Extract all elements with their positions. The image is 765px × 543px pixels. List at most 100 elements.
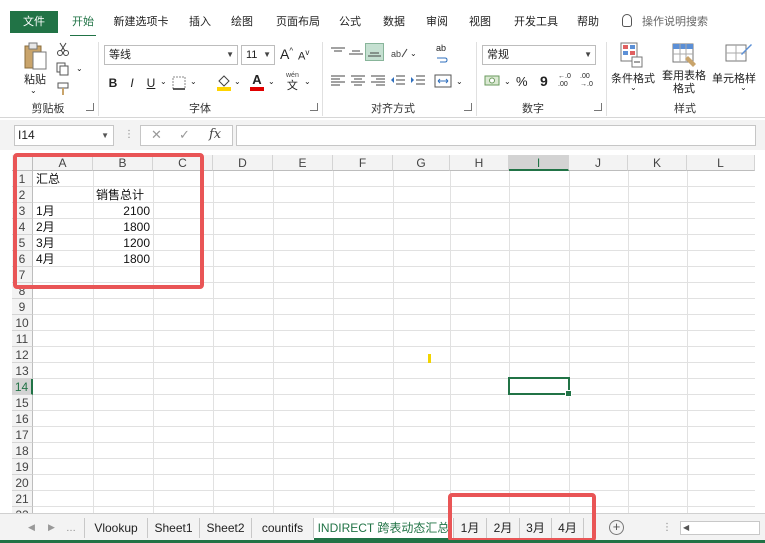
row-header-14[interactable]: 14 [12, 379, 33, 395]
insert-function-icon[interactable]: fx [209, 127, 221, 142]
grip-icon[interactable]: ⋮ [124, 129, 134, 140]
tab-page-layout[interactable]: 页面布局 [270, 11, 326, 33]
accounting-format-icon[interactable] [484, 74, 502, 91]
increase-decimal-button[interactable]: ←.0 .00 [558, 73, 576, 89]
cell-styles-chevron-icon[interactable]: ⌄ [740, 83, 747, 92]
font-size-combo[interactable]: 11 ▼ [241, 45, 275, 65]
enter-icon[interactable]: ✓ [179, 127, 190, 143]
grow-font-button[interactable]: A^ [280, 46, 293, 62]
column-header-j[interactable]: J [569, 155, 628, 171]
number-launcher-icon[interactable] [594, 103, 602, 111]
merge-chevron-icon[interactable]: ⌄ [456, 77, 463, 86]
wrap-text-icon[interactable]: ab [436, 44, 448, 67]
row-header-21[interactable]: 21 [12, 491, 33, 507]
row-header-9[interactable]: 9 [12, 299, 33, 315]
cut-icon[interactable] [56, 42, 70, 59]
row-header-12[interactable]: 12 [12, 347, 33, 363]
shrink-font-button[interactable]: Av [298, 48, 309, 63]
align-center-icon[interactable] [350, 74, 366, 91]
italic-button[interactable]: I [126, 74, 138, 92]
format-as-table-label-1[interactable]: 套用表格格式 [662, 70, 706, 96]
row-header-17[interactable]: 17 [12, 427, 33, 443]
decrease-decimal-button[interactable]: .00 →.0 [580, 73, 598, 89]
tab-new-tab[interactable]: 新建选项卡 [110, 11, 172, 33]
fill-color-icon[interactable] [216, 73, 232, 94]
tab-draw[interactable]: 绘图 [226, 11, 258, 33]
orientation-icon[interactable]: ab [390, 46, 408, 63]
add-sheet-button[interactable]: + [609, 520, 624, 535]
row-header-15[interactable]: 15 [12, 395, 33, 411]
cancel-icon[interactable]: ✕ [151, 127, 162, 143]
scroll-left-icon[interactable]: ◀ [683, 522, 689, 534]
tab-review[interactable]: 审阅 [421, 11, 453, 33]
fill-chevron-icon[interactable]: ⌄ [234, 77, 241, 86]
border-icon[interactable] [172, 76, 186, 93]
row-header-19[interactable]: 19 [12, 459, 33, 475]
tab-ellipsis-icon[interactable]: … [66, 523, 76, 534]
phonetic-chevron-icon[interactable]: ⌄ [304, 77, 311, 86]
copy-icon[interactable] [56, 62, 70, 79]
column-header-f[interactable]: F [333, 155, 393, 171]
active-cell-i14[interactable] [508, 377, 572, 397]
align-top-icon[interactable] [330, 46, 346, 63]
number-format-combo[interactable]: 常规 ▼ [482, 45, 596, 65]
tab-insert[interactable]: 插入 [184, 11, 216, 33]
underline-chevron-icon[interactable]: ⌄ [160, 77, 167, 86]
column-header-i[interactable]: I [509, 155, 569, 171]
paste-button[interactable]: 粘贴 [24, 71, 46, 87]
tab-home[interactable]: 开始 [66, 11, 100, 37]
paste-chevron-icon[interactable]: ⌄ [30, 86, 37, 95]
accounting-chevron-icon[interactable]: ⌄ [504, 77, 511, 86]
tab-help[interactable]: 帮助 [572, 11, 604, 33]
align-middle-icon[interactable] [348, 46, 364, 63]
font-color-chevron-icon[interactable]: ⌄ [268, 77, 275, 86]
row-header-16[interactable]: 16 [12, 411, 33, 427]
sheet-tab-sheet2[interactable]: Sheet2 [200, 518, 252, 538]
orientation-chevron-icon[interactable]: ⌄ [410, 49, 417, 58]
font-color-icon[interactable]: A [250, 73, 264, 91]
sheet-tab-sheet1[interactable]: Sheet1 [148, 518, 200, 538]
tab-developer[interactable]: 开发工具 [508, 11, 564, 33]
scroll-grip-icon[interactable]: ⋮ [662, 522, 672, 533]
comma-style-button[interactable]: 9 [540, 73, 548, 89]
align-left-icon[interactable] [330, 74, 346, 91]
formula-input[interactable] [236, 125, 756, 146]
merge-center-icon[interactable] [434, 74, 452, 91]
border-chevron-icon[interactable]: ⌄ [190, 77, 197, 86]
alignment-launcher-icon[interactable] [464, 103, 472, 111]
column-header-k[interactable]: K [628, 155, 687, 171]
horizontal-scrollbar[interactable]: ◀ [680, 521, 760, 535]
row-header-18[interactable]: 18 [12, 443, 33, 459]
format-painter-icon[interactable] [56, 82, 70, 99]
row-header-11[interactable]: 11 [12, 331, 33, 347]
column-header-g[interactable]: G [393, 155, 450, 171]
phonetic-icon[interactable]: wén 文 [286, 72, 299, 92]
cell-styles-icon[interactable] [725, 42, 753, 71]
tell-me-search[interactable]: 操作说明搜索 [622, 11, 708, 33]
tab-formulas[interactable]: 公式 [334, 11, 366, 33]
sheet-tab-indirect[interactable]: INDIRECT 跨表动态汇总 [314, 518, 454, 540]
row-header-20[interactable]: 20 [12, 475, 33, 491]
tab-data[interactable]: 数据 [378, 11, 410, 33]
font-launcher-icon[interactable] [310, 103, 318, 111]
column-header-h[interactable]: H [450, 155, 509, 171]
format-as-table-icon[interactable] [672, 42, 698, 71]
cell-styles-button[interactable]: 单元格样 [712, 70, 756, 86]
scroll-left-icon[interactable]: ◀ [28, 522, 35, 533]
column-header-l[interactable]: L [687, 155, 755, 171]
tab-file[interactable]: 文件 [10, 11, 58, 33]
scroll-right-icon[interactable]: ▶ [48, 522, 55, 533]
decrease-indent-icon[interactable] [390, 74, 406, 91]
align-bottom-icon[interactable] [365, 43, 384, 61]
font-name-combo[interactable]: 等线 ▼ [104, 45, 238, 65]
percent-button[interactable]: % [516, 74, 528, 89]
conditional-chevron-icon[interactable]: ⌄ [630, 83, 637, 92]
copy-chevron-icon[interactable]: ⌄ [76, 64, 83, 73]
clipboard-launcher-icon[interactable] [86, 103, 94, 111]
bold-button[interactable]: B [106, 74, 120, 92]
column-header-e[interactable]: E [273, 155, 333, 171]
increase-indent-icon[interactable] [410, 74, 426, 91]
column-header-d[interactable]: D [213, 155, 273, 171]
sheet-tab-vlookup[interactable]: Vlookup [84, 518, 148, 538]
align-right-icon[interactable] [370, 74, 386, 91]
